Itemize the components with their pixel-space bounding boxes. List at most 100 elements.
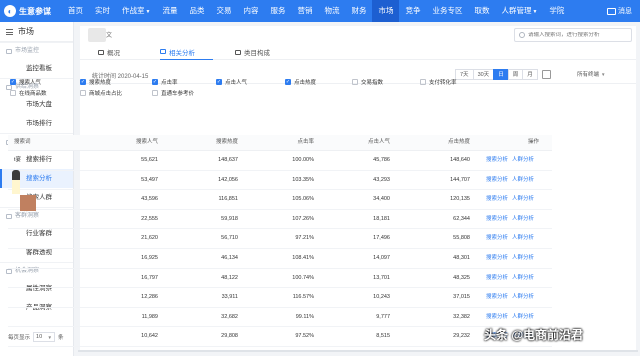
crowd-analysis-link[interactable]: 人群分析	[512, 171, 534, 190]
nav-item[interactable]: 竞争	[399, 0, 426, 22]
crowd-analysis-link[interactable]: 人群分析	[512, 249, 534, 268]
table-cell: 144,707	[450, 176, 470, 183]
horizontal-scrollbar[interactable]	[78, 350, 638, 352]
table-row: 16,797 48,122 100.74% 13,701 48,325 搜索分析 人群分析	[8, 269, 552, 289]
search-analysis-link[interactable]: 搜索分析	[486, 288, 508, 307]
crowd-analysis-link[interactable]: 人群分析	[512, 288, 534, 307]
tab[interactable]: 相关分析	[160, 44, 213, 60]
nav-item[interactable]: 流量	[156, 0, 183, 22]
column-header[interactable]: 搜索热度	[216, 135, 238, 150]
search-analysis-link[interactable]: 搜索分析	[486, 190, 508, 209]
search-analysis-link[interactable]: 搜索分析	[486, 171, 508, 190]
nav-item[interactable]: 作战室▼	[116, 0, 156, 22]
column-header[interactable]: 点击人气	[368, 135, 390, 150]
calendar-icon[interactable]	[541, 70, 551, 79]
table-cell: 32,682	[221, 313, 238, 320]
nav-item[interactable]: 内容	[237, 0, 264, 22]
search-box[interactable]	[514, 28, 632, 42]
table-cell: 34,400	[373, 196, 390, 203]
table-cell: 17,496	[373, 235, 390, 242]
mail-icon	[607, 7, 616, 15]
watermark: 头条 @电商前沿君	[484, 328, 584, 342]
table-cell: 43,293	[373, 176, 390, 183]
metric-checkbox[interactable]: ✓ 点击人气	[216, 78, 247, 86]
metric-checkbox[interactable]: 交易指数	[352, 78, 383, 86]
tab-icon	[235, 49, 241, 55]
nav-item[interactable]: 品类	[183, 0, 210, 22]
crowd-analysis-link[interactable]: 人群分析	[512, 151, 534, 170]
period-button[interactable]: 30天	[472, 69, 495, 80]
nav-item[interactable]: 学院	[543, 0, 570, 22]
nav-item[interactable]: 首页	[62, 0, 89, 22]
period-button[interactable]: 7天	[455, 69, 474, 80]
metric-checkbox[interactable]: ✓ 搜索热度	[80, 78, 111, 86]
metric-checkbox[interactable]: 在线商品数	[10, 89, 47, 97]
checkbox-icon	[152, 90, 158, 96]
nav-item[interactable]: 实时	[89, 0, 116, 22]
crowd-analysis-link[interactable]: 人群分析	[512, 229, 534, 248]
message-button[interactable]: 消息	[607, 6, 632, 16]
table-cell: 29,808	[221, 333, 238, 340]
brand-name: 生意参谋	[19, 6, 51, 16]
nav-item[interactable]: 财务	[345, 0, 372, 22]
metric-checkbox[interactable]: 支付转化率	[420, 78, 457, 86]
nav-item[interactable]: 物流	[318, 0, 345, 22]
period-button[interactable]: 周	[507, 69, 524, 80]
search-analysis-link[interactable]: 搜索分析	[486, 229, 508, 248]
period-button[interactable]: 日	[493, 69, 509, 80]
tab[interactable]: 类目构成	[235, 44, 288, 60]
tab-bar: 概况 相关分析 类目构成	[80, 44, 636, 60]
nav-right: 消息	[607, 6, 640, 16]
table-cell: 99.11%	[295, 313, 314, 320]
search-analysis-link[interactable]: 搜索分析	[486, 210, 508, 229]
sidebar-item[interactable]: 市场大盘	[0, 95, 73, 114]
column-header[interactable]: 点击率	[297, 135, 314, 150]
search-analysis-link[interactable]: 搜索分析	[486, 308, 508, 327]
nav-item[interactable]: 市场	[372, 0, 400, 22]
page-size-select[interactable]: 10 ▼	[33, 332, 56, 342]
period-button[interactable]: 月	[522, 69, 538, 80]
table-cell: 16,925	[141, 254, 158, 261]
terminal-select[interactable]: 所有终端 ▼	[577, 70, 606, 79]
chevron-down-icon: ▼	[601, 71, 606, 77]
table-cell: t宴	[14, 157, 22, 163]
crowd-analysis-link[interactable]: 人群分析	[512, 308, 534, 327]
sidebar-item[interactable]: 市场排行	[0, 114, 73, 133]
table-row: 11,989 32,682 99.11% 9,777 32,382 搜索分析 人群分析	[8, 308, 552, 328]
checkbox-icon: ✓	[152, 79, 158, 85]
crowd-analysis-link[interactable]: 人群分析	[512, 210, 534, 229]
table-cell: 105.06%	[292, 196, 314, 203]
nav-item[interactable]: 交易	[210, 0, 237, 22]
brand[interactable]: ◐ 生意参谋	[0, 5, 62, 17]
search-input[interactable]	[528, 32, 631, 38]
metric-checkbox[interactable]: 直通车参考价	[152, 89, 194, 97]
checkbox-icon	[352, 79, 358, 85]
checkbox-icon	[420, 79, 426, 85]
column-header[interactable]: 点击热度	[448, 135, 470, 150]
metric-checkbox[interactable]: 商城点击占比	[80, 89, 122, 97]
table-row: 12,286 33,911 116.57% 10,243 37,015 搜索分析 人群分析	[8, 288, 552, 308]
search-analysis-link[interactable]: 搜索分析	[486, 269, 508, 288]
nav-item[interactable]: 取数	[468, 0, 495, 22]
crowd-analysis-link[interactable]: 人群分析	[512, 269, 534, 288]
metric-checkbox[interactable]: ✓ 搜索人气	[10, 78, 41, 86]
metric-checkbox[interactable]: ✓ 点击热度	[285, 78, 316, 86]
search-analysis-link[interactable]: 搜索分析	[486, 249, 508, 268]
nav-item[interactable]: 人群管理▼	[495, 0, 543, 22]
sidebar-title[interactable]: 市场	[0, 22, 73, 42]
table-cell: 100.00%	[292, 157, 314, 163]
column-header[interactable]: 搜索人气	[136, 135, 158, 150]
sidebar-item[interactable]: 监控看板	[0, 59, 73, 78]
nav-item[interactable]: 业务专区	[426, 0, 468, 22]
tab[interactable]: 概况	[98, 44, 138, 60]
nav-item[interactable]: 服务	[264, 0, 291, 22]
menu-icon	[6, 29, 13, 35]
metric-checkbox[interactable]: ✓ 点击率	[152, 78, 178, 86]
chevron-down-icon: ▼	[532, 9, 538, 15]
crowd-analysis-link[interactable]: 人群分析	[512, 190, 534, 209]
table-cell: 43,596	[141, 196, 158, 203]
nav-item[interactable]: 营销	[291, 0, 318, 22]
table-cell: 13,701	[373, 274, 390, 281]
checkbox-icon: ✓	[10, 79, 16, 85]
search-analysis-link[interactable]: 搜索分析	[486, 151, 508, 170]
